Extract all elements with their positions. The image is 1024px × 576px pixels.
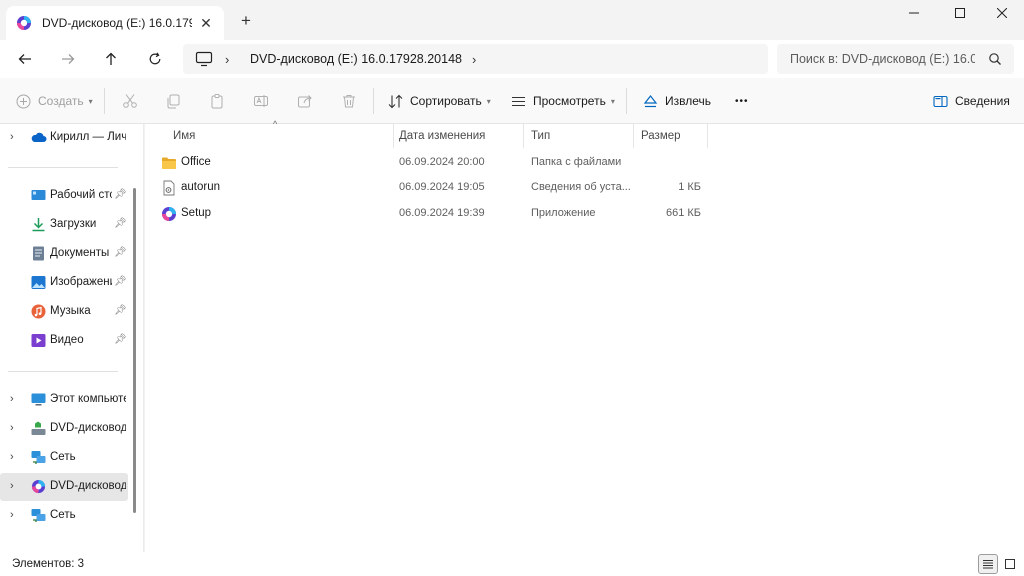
tab-dvd-drive[interactable]: DVD-дисковод (E:) 16.0.17928.20148 ✕ bbox=[6, 6, 224, 40]
pin-icon: 📌︎ bbox=[114, 334, 127, 345]
details-button[interactable]: Сведения bbox=[933, 90, 1010, 112]
details-view-icon[interactable] bbox=[978, 554, 998, 574]
sidebar-item-desktop[interactable]: Рабочий стол 📌︎ bbox=[0, 182, 128, 210]
sidebar-item-videos[interactable]: Видео 📌︎ bbox=[0, 327, 128, 355]
breadcrumb-chevron-icon[interactable]: › bbox=[472, 52, 476, 67]
dvd-drive-icon bbox=[31, 421, 46, 436]
sidebar-item-network[interactable]: › Сеть bbox=[0, 444, 128, 472]
tab-close-icon[interactable]: ✕ bbox=[196, 13, 216, 33]
sidebar-item-office-disc[interactable]: › DVD-дисковод (E:) 16.0.17928.20148 bbox=[0, 473, 128, 501]
sidebar-item-music[interactable]: Музыка 📌︎ bbox=[0, 298, 128, 326]
copy-icon[interactable] bbox=[165, 90, 188, 112]
download-icon bbox=[31, 217, 46, 232]
share-icon[interactable] bbox=[297, 90, 320, 112]
view-lines-icon bbox=[512, 96, 525, 106]
details-pane-icon bbox=[933, 95, 948, 107]
onedrive-cloud-icon bbox=[31, 130, 47, 145]
close-window-icon[interactable] bbox=[980, 0, 1024, 26]
column-header-type[interactable]: Тип bbox=[523, 124, 633, 148]
title-bar: DVD-дисковод (E:) 16.0.17928.20148 ✕ + bbox=[0, 0, 1024, 40]
command-bar: Создать ▾ Сортировать ▾ Просмотреть ▾ Извле… bbox=[0, 78, 1024, 124]
video-icon bbox=[31, 333, 46, 348]
sidebar-scrollbar[interactable] bbox=[128, 124, 144, 552]
breadcrumb-drive[interactable]: DVD-дисковод (E:) 16.0.17928.20148 bbox=[250, 52, 462, 66]
documents-icon bbox=[31, 246, 46, 261]
sidebar-item-documents[interactable]: Документы 📌︎ bbox=[0, 240, 128, 268]
pin-icon: 📌︎ bbox=[114, 247, 127, 258]
eject-icon bbox=[643, 94, 658, 107]
item-count: Элементов: 3 bbox=[12, 558, 85, 570]
sidebar-item-downloads[interactable]: Загрузки 📌︎ bbox=[0, 211, 128, 239]
path-box[interactable]: › DVD-дисковод (E:) 16.0.17928.20148 › bbox=[183, 44, 768, 74]
back-arrow-icon[interactable] bbox=[12, 47, 38, 71]
settings-file-icon bbox=[161, 180, 177, 196]
navigation-pane: › Кирилл — Личный Рабочий стол 📌︎ Загруз… bbox=[0, 124, 128, 552]
office-disc-icon bbox=[31, 479, 46, 494]
computer-icon[interactable] bbox=[195, 51, 213, 67]
desktop-icon bbox=[31, 188, 46, 203]
file-row-office[interactable]: Office 06.09.2024 20:00 Папка с файлами bbox=[155, 151, 715, 175]
search-icon bbox=[988, 52, 1002, 66]
create-button[interactable]: Создать ▾ bbox=[16, 90, 93, 112]
tiles-view-icon[interactable] bbox=[1000, 554, 1020, 574]
chevron-right-icon[interactable]: › bbox=[10, 480, 14, 492]
sidebar-item-dvd-drive[interactable]: › DVD-дисковод (E:) bbox=[0, 415, 128, 443]
sidebar-item-pictures[interactable]: Изображения 📌︎ bbox=[0, 269, 128, 297]
search-input[interactable]: Поиск в: DVD-дисковод (E:) 16.0.17928.20… bbox=[777, 44, 1014, 74]
chevron-right-icon[interactable]: › bbox=[10, 422, 14, 434]
chevron-right-icon[interactable]: › bbox=[10, 451, 14, 463]
chevron-right-icon[interactable]: › bbox=[10, 131, 14, 143]
view-button[interactable]: Просмотреть ▾ bbox=[511, 90, 615, 112]
rename-icon[interactable] bbox=[253, 90, 276, 112]
file-row-autorun[interactable]: autorun 06.09.2024 19:05 Сведения об уст… bbox=[155, 176, 715, 200]
address-bar: › DVD-дисковод (E:) 16.0.17928.20148 › П… bbox=[0, 40, 1024, 78]
column-header-name[interactable]: Имя bbox=[165, 124, 393, 148]
column-header-size[interactable]: Размер bbox=[633, 124, 707, 148]
file-row-setup[interactable]: Setup 06.09.2024 19:39 Приложение 661 КБ bbox=[155, 202, 715, 226]
network-icon bbox=[31, 450, 46, 465]
new-tab-icon[interactable]: + bbox=[236, 11, 256, 31]
network-icon bbox=[31, 508, 46, 523]
folder-icon bbox=[161, 155, 177, 171]
office-disc-icon bbox=[16, 15, 32, 31]
search-placeholder: Поиск в: DVD-дисковод (E:) 16.0.17928.20… bbox=[790, 52, 975, 66]
pin-icon: 📌︎ bbox=[114, 305, 127, 316]
tab-title: DVD-дисковод (E:) 16.0.17928.20148 bbox=[42, 16, 192, 30]
sidebar-scrollbar-thumb[interactable] bbox=[133, 188, 136, 513]
delete-icon[interactable] bbox=[341, 90, 364, 112]
more-options-icon[interactable]: ••• bbox=[735, 90, 749, 112]
breadcrumb-chevron-icon[interactable]: › bbox=[225, 52, 229, 67]
eject-button[interactable]: Извлечь bbox=[643, 90, 711, 112]
refresh-icon[interactable] bbox=[142, 47, 168, 71]
column-header-date[interactable]: Дата изменения bbox=[391, 124, 523, 148]
sort-icon bbox=[388, 94, 403, 108]
cut-icon[interactable] bbox=[122, 90, 145, 112]
sidebar-item-onedrive[interactable]: › Кирилл — Личный bbox=[0, 124, 128, 152]
computer-icon bbox=[31, 392, 46, 407]
sidebar-item-network-2[interactable]: › Сеть bbox=[0, 502, 128, 530]
chevron-right-icon[interactable]: › bbox=[10, 509, 14, 521]
status-bar: Элементов: 3 bbox=[0, 552, 1024, 576]
file-list: ^ Имя Дата изменения Тип Размер Office 0… bbox=[145, 119, 1024, 552]
pin-icon: 📌︎ bbox=[114, 276, 127, 287]
minimize-icon[interactable] bbox=[892, 0, 936, 26]
pin-icon: 📌︎ bbox=[114, 189, 127, 200]
up-arrow-icon[interactable] bbox=[98, 47, 124, 71]
sidebar-item-this-pc[interactable]: › Этот компьютер bbox=[0, 386, 128, 414]
paste-icon[interactable] bbox=[209, 90, 232, 112]
pictures-icon bbox=[31, 275, 46, 290]
forward-arrow-icon[interactable] bbox=[55, 47, 81, 71]
plus-circle-icon bbox=[16, 94, 31, 108]
maximize-icon[interactable] bbox=[938, 0, 982, 26]
chevron-right-icon[interactable]: › bbox=[10, 393, 14, 405]
music-icon bbox=[31, 304, 46, 319]
pin-icon: 📌︎ bbox=[114, 218, 127, 229]
office-app-icon bbox=[161, 206, 177, 222]
sort-button[interactable]: Сортировать ▾ bbox=[388, 90, 491, 112]
